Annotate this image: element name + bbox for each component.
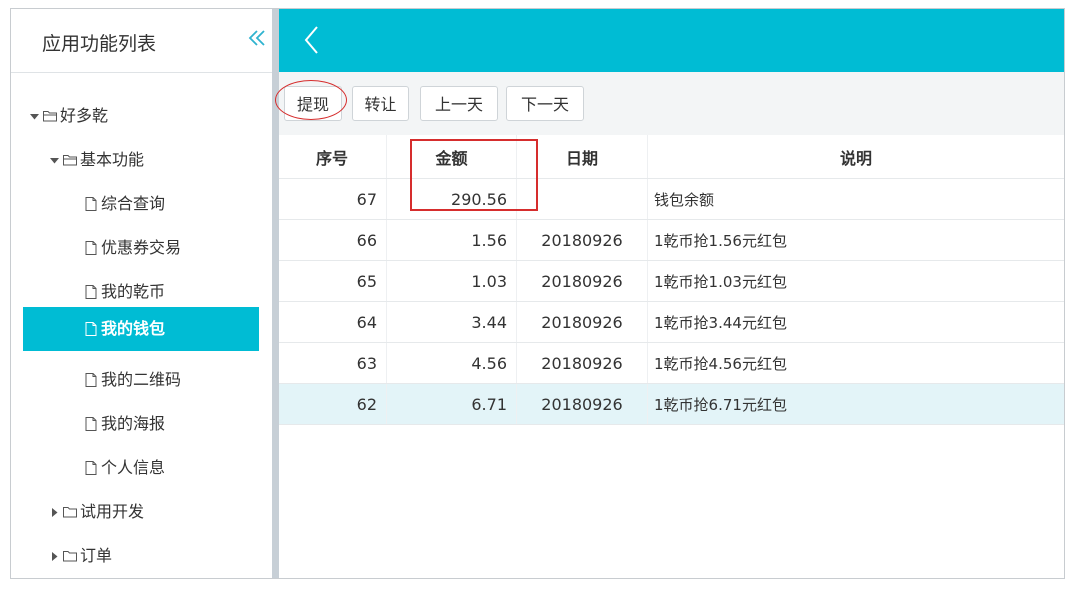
tree-item-general-query[interactable]: 综合查询 [83,186,165,222]
chevron-left-icon[interactable] [301,23,323,57]
cell-description: 钱包余额 [648,179,1064,219]
tree-item-label: 综合查询 [101,194,166,213]
cell-date: 20180926 [517,343,648,383]
tree-item-label: 我的二维码 [101,370,182,389]
folder-open-icon [42,108,58,124]
description-text: 1乾币抢4.56元红包 [654,354,787,373]
cell-amount: 6.71 [387,384,517,424]
cell-amount: 290.56 [387,179,517,219]
file-icon [83,321,99,337]
tree-item-coupon-trade[interactable]: 优惠券交易 [83,230,181,266]
description-text: 钱包余额 [654,190,715,209]
table-header: 序号 金额 日期 说明 [279,135,1064,179]
tree-item-label: 我的海报 [101,414,166,433]
transfer-button[interactable]: 转让 [352,86,409,121]
description-text: 1乾币抢6.71元红包 [654,395,787,414]
file-icon [83,196,99,212]
description-text: 1乾币抢1.56元红包 [654,231,787,250]
cell-description: 1乾币抢1.03元红包 [648,261,1064,301]
cell-amount: 1.03 [387,261,517,301]
tree-item-my-coins[interactable]: 我的乾币 [83,274,165,310]
cell-no: 65 [279,261,387,301]
caret-right-icon [47,507,61,517]
tree-item-my-poster[interactable]: 我的海报 [83,406,165,442]
file-icon [83,284,99,300]
tree-folder-basic-functions[interactable]: 基本功能 [47,142,144,178]
sidebar-splitter[interactable] [272,9,279,578]
tree-item-label: 试用开发 [80,502,145,521]
file-icon [83,460,99,476]
cell-amount: 4.56 [387,343,517,383]
tree-item-label: 订单 [80,546,113,565]
table-row[interactable]: 63 4.56 20180926 1乾币抢4.56元红包 [279,343,1064,384]
tree-item-personal-info[interactable]: 个人信息 [83,450,165,486]
file-icon [83,240,99,256]
cell-description: 1乾币抢3.44元红包 [648,302,1064,342]
cell-no: 63 [279,343,387,383]
sidebar-title: 应用功能列表 [42,33,157,55]
cell-no: 62 [279,384,387,424]
tree-item-my-wallet[interactable]: 我的钱包 [23,307,259,351]
tree-item-label: 我的乾币 [101,282,166,301]
description-text: 1乾币抢1.03元红包 [654,272,787,291]
sidebar-header: 应用功能列表 [11,9,272,73]
column-header-no[interactable]: 序号 [279,135,387,178]
file-icon [83,372,99,388]
caret-down-icon [27,112,41,121]
table-row[interactable]: 64 3.44 20180926 1乾币抢3.44元红包 [279,302,1064,343]
sidebar: 应用功能列表 好多乾 基本功能 综合查询 优惠券交易 我的乾币 我的钱包 我的二… [11,9,272,578]
prev-day-button[interactable]: 上一天 [420,86,498,121]
column-header-date[interactable]: 日期 [517,135,648,178]
cell-no: 66 [279,220,387,260]
withdraw-button[interactable]: 提现 [284,86,342,121]
tree-item-my-qrcode[interactable]: 我的二维码 [83,362,181,398]
cell-date [517,179,648,219]
tree-item-label: 好多乾 [60,106,109,125]
folder-icon [62,504,78,520]
cell-date: 20180926 [517,261,648,301]
table-row[interactable]: 65 1.03 20180926 1乾币抢1.03元红包 [279,261,1064,302]
tree-folder-haoduoqian[interactable]: 好多乾 [27,98,108,134]
table-row[interactable]: 67 290.56 钱包余额 [279,179,1064,220]
tree-folder-trial-dev[interactable]: 试用开发 [47,494,144,530]
app-window: 应用功能列表 好多乾 基本功能 综合查询 优惠券交易 我的乾币 我的钱包 我的二… [10,8,1065,579]
tree-folder-orders[interactable]: 订单 [47,538,112,574]
double-chevron-left-icon[interactable] [246,27,268,49]
column-header-amount[interactable]: 金额 [387,135,517,178]
top-bar [279,9,1064,72]
cell-date: 20180926 [517,302,648,342]
table-row-selected[interactable]: 62 6.71 20180926 1乾币抢6.71元红包 [279,384,1064,425]
cell-description: 1乾币抢1.56元红包 [648,220,1064,260]
main-panel: 提现 转让 上一天 下一天 序号 金额 日期 说明 67 290.56 钱包余额… [275,9,1064,578]
toolbar: 提现 转让 上一天 下一天 [275,72,1064,135]
table-row[interactable]: 66 1.56 20180926 1乾币抢1.56元红包 [279,220,1064,261]
next-day-button[interactable]: 下一天 [506,86,584,121]
folder-open-icon [62,152,78,168]
tree-item-label: 基本功能 [80,150,145,169]
file-icon [83,416,99,432]
cell-description: 1乾币抢4.56元红包 [648,343,1064,383]
cell-description: 1乾币抢6.71元红包 [648,384,1064,424]
folder-icon [62,548,78,564]
cell-no: 64 [279,302,387,342]
cell-amount: 3.44 [387,302,517,342]
cell-amount: 1.56 [387,220,517,260]
caret-down-icon [47,156,61,165]
column-header-description[interactable]: 说明 [648,135,1064,178]
description-text: 1乾币抢3.44元红包 [654,313,787,332]
cell-date: 20180926 [517,220,648,260]
tree-item-label: 我的钱包 [101,319,166,338]
cell-date: 20180926 [517,384,648,424]
caret-right-icon [47,551,61,561]
tree-item-label: 优惠券交易 [101,238,182,257]
cell-no: 67 [279,179,387,219]
tree-item-label: 个人信息 [101,458,166,477]
